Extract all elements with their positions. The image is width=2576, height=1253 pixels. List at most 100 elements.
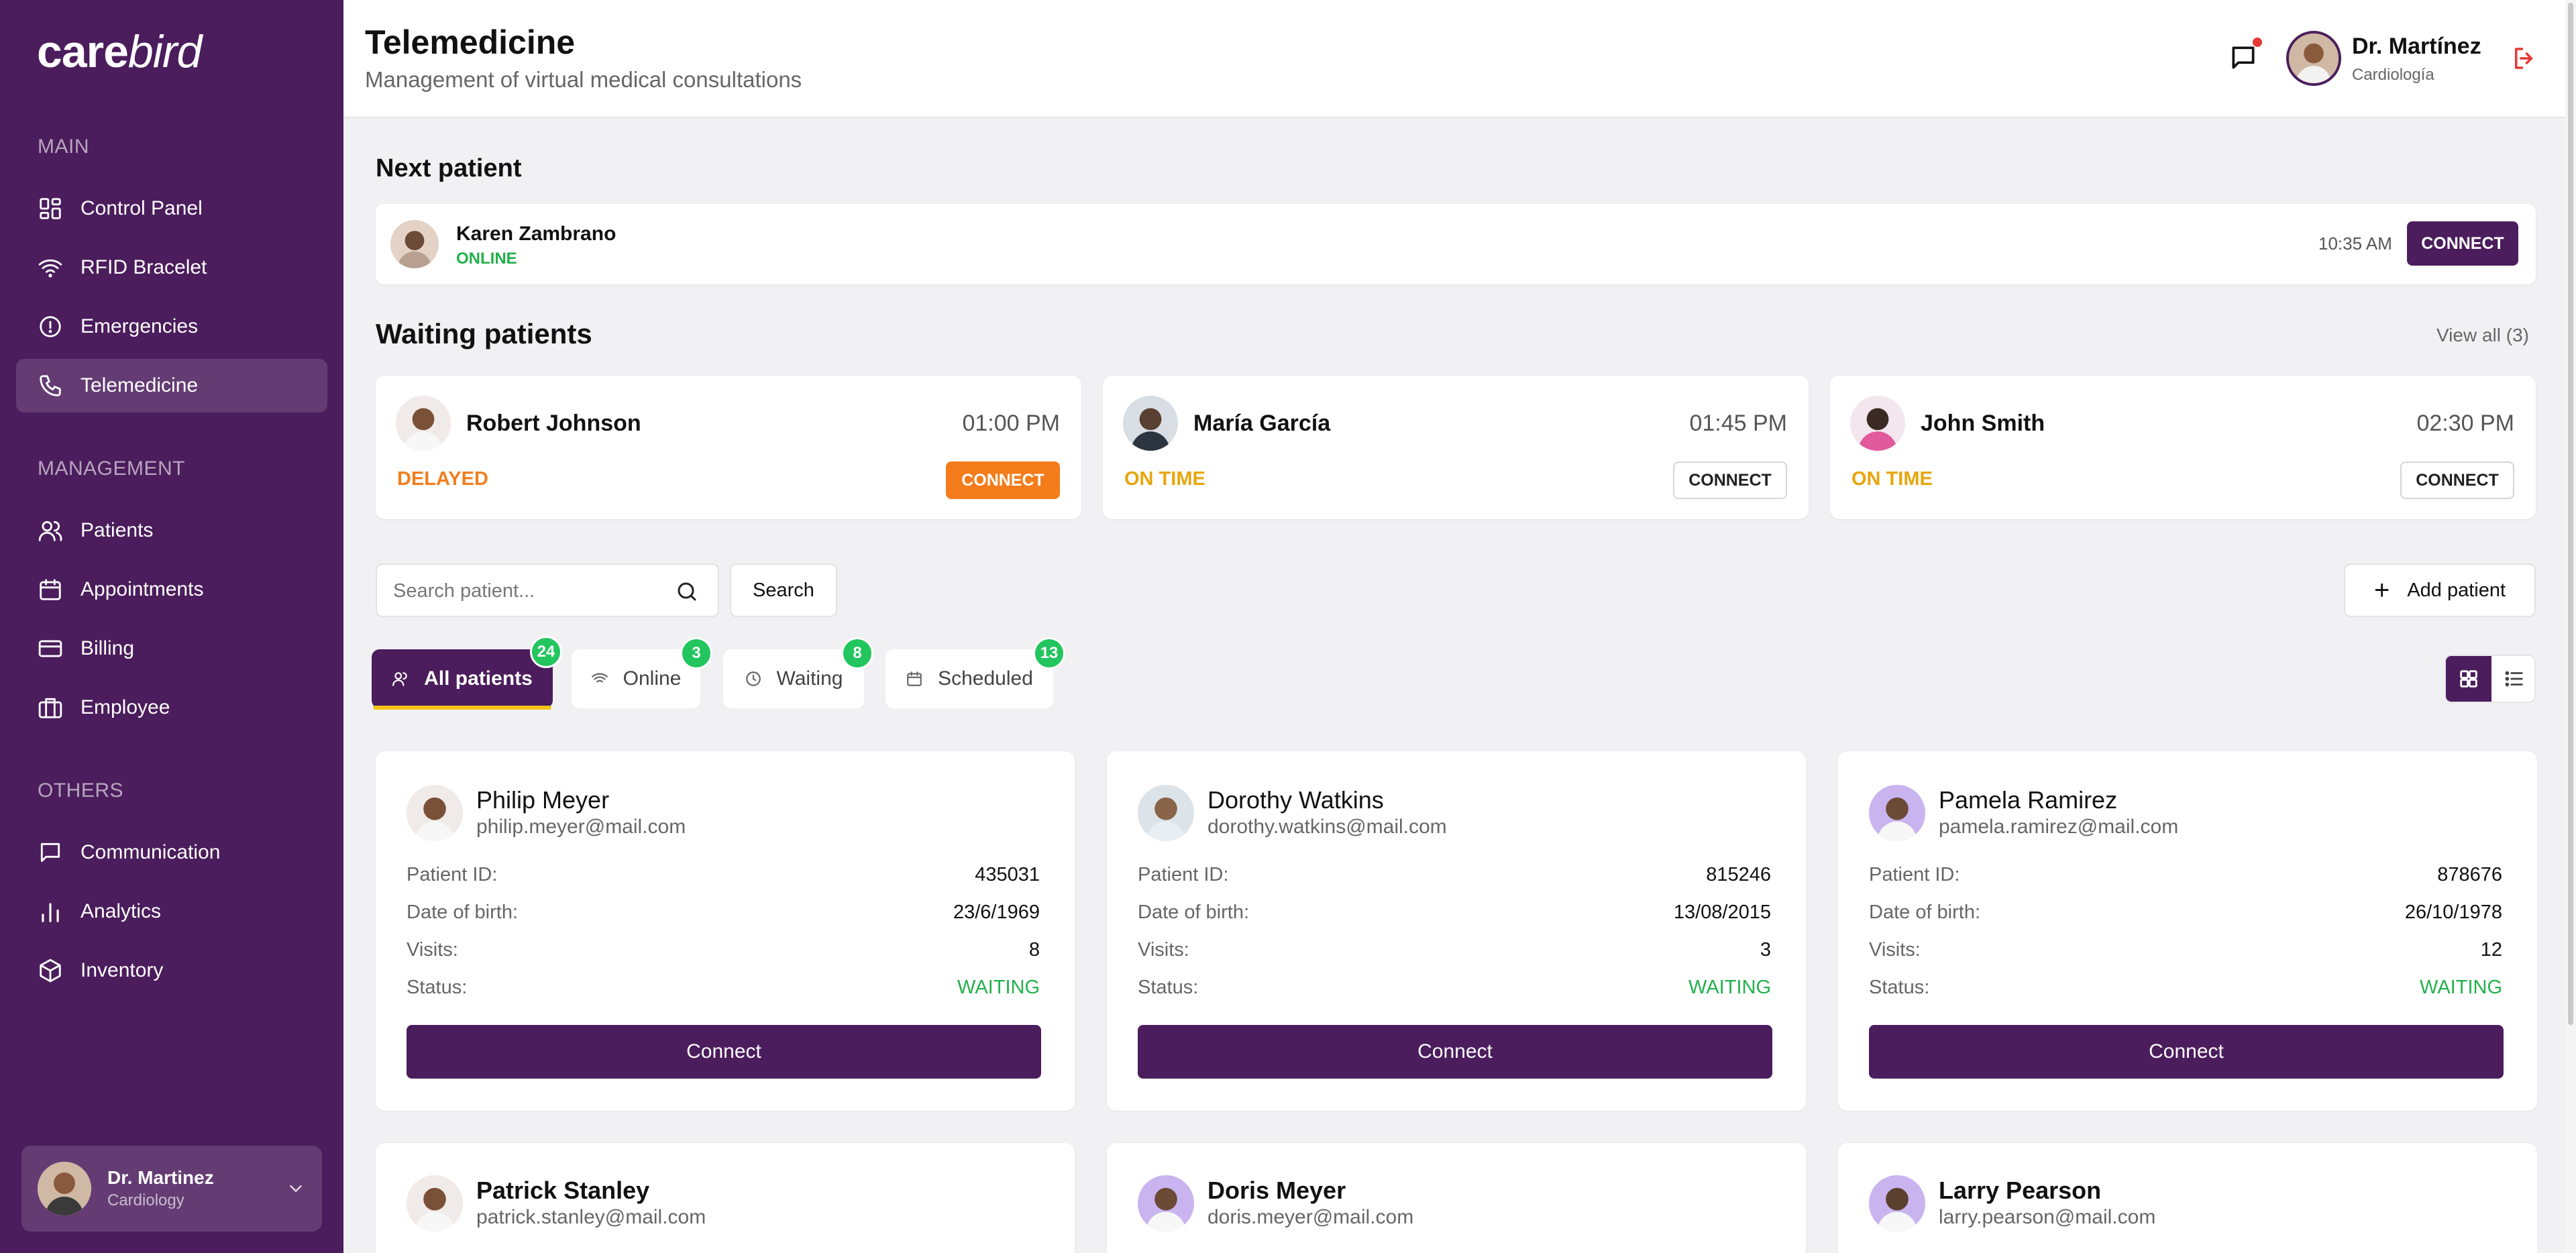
calendar-icon bbox=[907, 671, 922, 686]
waiting-connect-button[interactable]: CONNECT bbox=[2400, 461, 2514, 499]
grid-view-button[interactable] bbox=[2446, 656, 2491, 702]
add-patient-button[interactable]: + Add patient bbox=[2344, 563, 2536, 617]
status-row: Status: WAITING bbox=[407, 977, 1040, 998]
sidebar-item-label: Communication bbox=[80, 841, 221, 863]
visits-row: Visits: 3 bbox=[1138, 939, 1771, 961]
search-input[interactable] bbox=[393, 577, 661, 605]
carebird-logo[interactable]: carebird bbox=[37, 25, 202, 78]
next-patient-time: 10:35 AM bbox=[2318, 233, 2392, 254]
wifi-icon bbox=[38, 259, 62, 278]
header-avatar[interactable] bbox=[2286, 31, 2341, 86]
patient-email: doris.meyer@mail.com bbox=[1208, 1206, 1414, 1228]
sidebar-user-card[interactable]: Dr. Martinez Cardiology bbox=[21, 1146, 322, 1232]
sidebar-item-label: Telemedicine bbox=[80, 374, 199, 396]
waiting-card: John Smith 02:30 PM ON TIME CONNECT bbox=[1830, 376, 2536, 519]
waiting-patient-name: John Smith bbox=[1921, 411, 2045, 436]
sidebar-item-label: Patients bbox=[80, 519, 154, 541]
header-user-name: Dr. Martínez bbox=[2352, 34, 2481, 59]
search-button[interactable]: Search bbox=[730, 563, 837, 617]
sidebar-item-rfid-bracelet[interactable]: RFID Bracelet bbox=[16, 241, 327, 294]
tab-count-badge: 13 bbox=[1033, 637, 1065, 669]
wifi-icon bbox=[591, 673, 608, 683]
chevron-down-icon[interactable] bbox=[286, 1179, 306, 1199]
waiting-connect-button[interactable]: CONNECT bbox=[1673, 461, 1787, 499]
sidebar-item-telemedicine[interactable]: Telemedicine bbox=[16, 359, 327, 413]
top-header: Telemedicine Management of virtual medic… bbox=[343, 0, 2565, 118]
sidebar-item-patients[interactable]: Patients bbox=[16, 504, 327, 557]
logout-icon[interactable] bbox=[2510, 44, 2538, 72]
plus-icon: + bbox=[2373, 576, 2390, 605]
tab-all-patients[interactable]: All patients bbox=[372, 649, 553, 708]
messages-icon[interactable] bbox=[2229, 43, 2258, 72]
clock-icon bbox=[745, 671, 761, 686]
tab-label: Online bbox=[623, 667, 682, 690]
page-subtitle: Management of virtual medical consultati… bbox=[365, 67, 802, 92]
patient-email: dorothy.watkins@mail.com bbox=[1208, 816, 1447, 838]
waiting-connect-button[interactable]: CONNECT bbox=[946, 461, 1060, 499]
view-toggle bbox=[2445, 655, 2536, 703]
header-user-specialty: Cardiología bbox=[2352, 66, 2434, 84]
tab-label: All patients bbox=[424, 667, 533, 690]
patient-email: larry.pearson@mail.com bbox=[1939, 1206, 2156, 1228]
patient-email: patrick.stanley@mail.com bbox=[476, 1206, 706, 1228]
patient-connect-button[interactable]: Connect bbox=[1869, 1025, 2504, 1079]
list-view-button[interactable] bbox=[2491, 656, 2534, 702]
sidebar-item-analytics[interactable]: Analytics bbox=[16, 885, 327, 938]
patient-id-row: Patient ID: 815246 bbox=[1138, 864, 1771, 885]
next-patient-card: Karen Zambrano ONLINE 10:35 AM CONNECT bbox=[376, 204, 2536, 284]
avatar bbox=[1123, 396, 1178, 451]
sidebar: carebird MAIN Control Panel RFID Bracele… bbox=[0, 0, 343, 1253]
sidebar-item-inventory[interactable]: Inventory bbox=[16, 944, 327, 997]
phone-icon bbox=[40, 375, 61, 396]
sidebar-item-emergencies[interactable]: Emergencies bbox=[16, 300, 327, 353]
briefcase-icon bbox=[38, 698, 62, 718]
avatar bbox=[1850, 396, 1905, 451]
patient-name: Pamela Ramirez bbox=[1939, 786, 2118, 814]
sidebar-item-label: Emergencies bbox=[80, 315, 199, 337]
waiting-card: Robert Johnson 01:00 PM DELAYED CONNECT bbox=[376, 376, 1081, 519]
patient-name: Philip Meyer bbox=[476, 786, 610, 814]
patient-connect-button[interactable]: Connect bbox=[407, 1025, 1041, 1079]
patient-card: Dorothy Watkins dorothy.watkins@mail.com… bbox=[1107, 751, 1806, 1111]
view-all-link[interactable]: View all (3) bbox=[2436, 325, 2529, 346]
next-patient-heading: Next patient bbox=[376, 154, 522, 182]
sidebar-item-employee[interactable]: Employee bbox=[16, 681, 327, 734]
avatar bbox=[1869, 785, 1925, 841]
section-title-main: MAIN bbox=[38, 135, 89, 158]
patient-name: Larry Pearson bbox=[1939, 1177, 2102, 1204]
sidebar-user-name: Dr. Martinez bbox=[107, 1167, 214, 1188]
waiting-patient-time: 01:45 PM bbox=[1689, 411, 1787, 436]
patient-id-row: Patient ID: 878676 bbox=[1869, 864, 2502, 885]
sidebar-item-communication[interactable]: Communication bbox=[16, 826, 327, 879]
next-patient-connect-button[interactable]: CONNECT bbox=[2407, 221, 2518, 266]
visits-row: Visits: 8 bbox=[407, 939, 1040, 961]
list-icon bbox=[2505, 671, 2523, 687]
scrollbar-thumb[interactable] bbox=[2568, 3, 2573, 1025]
tab-scheduled[interactable]: Scheduled bbox=[885, 649, 1053, 708]
avatar bbox=[390, 220, 439, 268]
patient-connect-button[interactable]: Connect bbox=[1138, 1025, 1772, 1079]
tab-count-badge: 3 bbox=[680, 637, 712, 669]
section-title-others: OTHERS bbox=[38, 779, 124, 802]
patient-name: Patrick Stanley bbox=[476, 1177, 650, 1204]
dob-row: Date of birth: 26/10/1978 bbox=[1869, 902, 2502, 923]
next-patient-status: ONLINE bbox=[456, 250, 517, 268]
waiting-patient-time: 02:30 PM bbox=[2416, 411, 2514, 436]
patient-card: Larry Pearson larry.pearson@mail.com bbox=[1838, 1143, 2537, 1253]
sidebar-item-label: Billing bbox=[80, 637, 135, 659]
next-patient-name: Karen Zambrano bbox=[456, 223, 616, 245]
visits-row: Visits: 12 bbox=[1869, 939, 2502, 961]
sidebar-user-specialty: Cardiology bbox=[107, 1191, 184, 1209]
sidebar-item-control-panel[interactable]: Control Panel bbox=[16, 182, 327, 235]
patient-name: Dorothy Watkins bbox=[1208, 786, 1384, 814]
sidebar-item-appointments[interactable]: Appointments bbox=[16, 563, 327, 616]
avatar bbox=[1138, 785, 1194, 841]
waiting-card: María García 01:45 PM ON TIME CONNECT bbox=[1103, 376, 1809, 519]
patient-card: Philip Meyer philip.meyer@mail.com Patie… bbox=[376, 751, 1075, 1111]
search-icon[interactable] bbox=[675, 580, 699, 604]
calendar-icon bbox=[40, 579, 61, 600]
sidebar-item-label: Analytics bbox=[80, 900, 162, 922]
sidebar-item-label: RFID Bracelet bbox=[80, 256, 207, 278]
waiting-patient-name: Robert Johnson bbox=[466, 411, 641, 436]
sidebar-item-billing[interactable]: Billing bbox=[16, 622, 327, 675]
